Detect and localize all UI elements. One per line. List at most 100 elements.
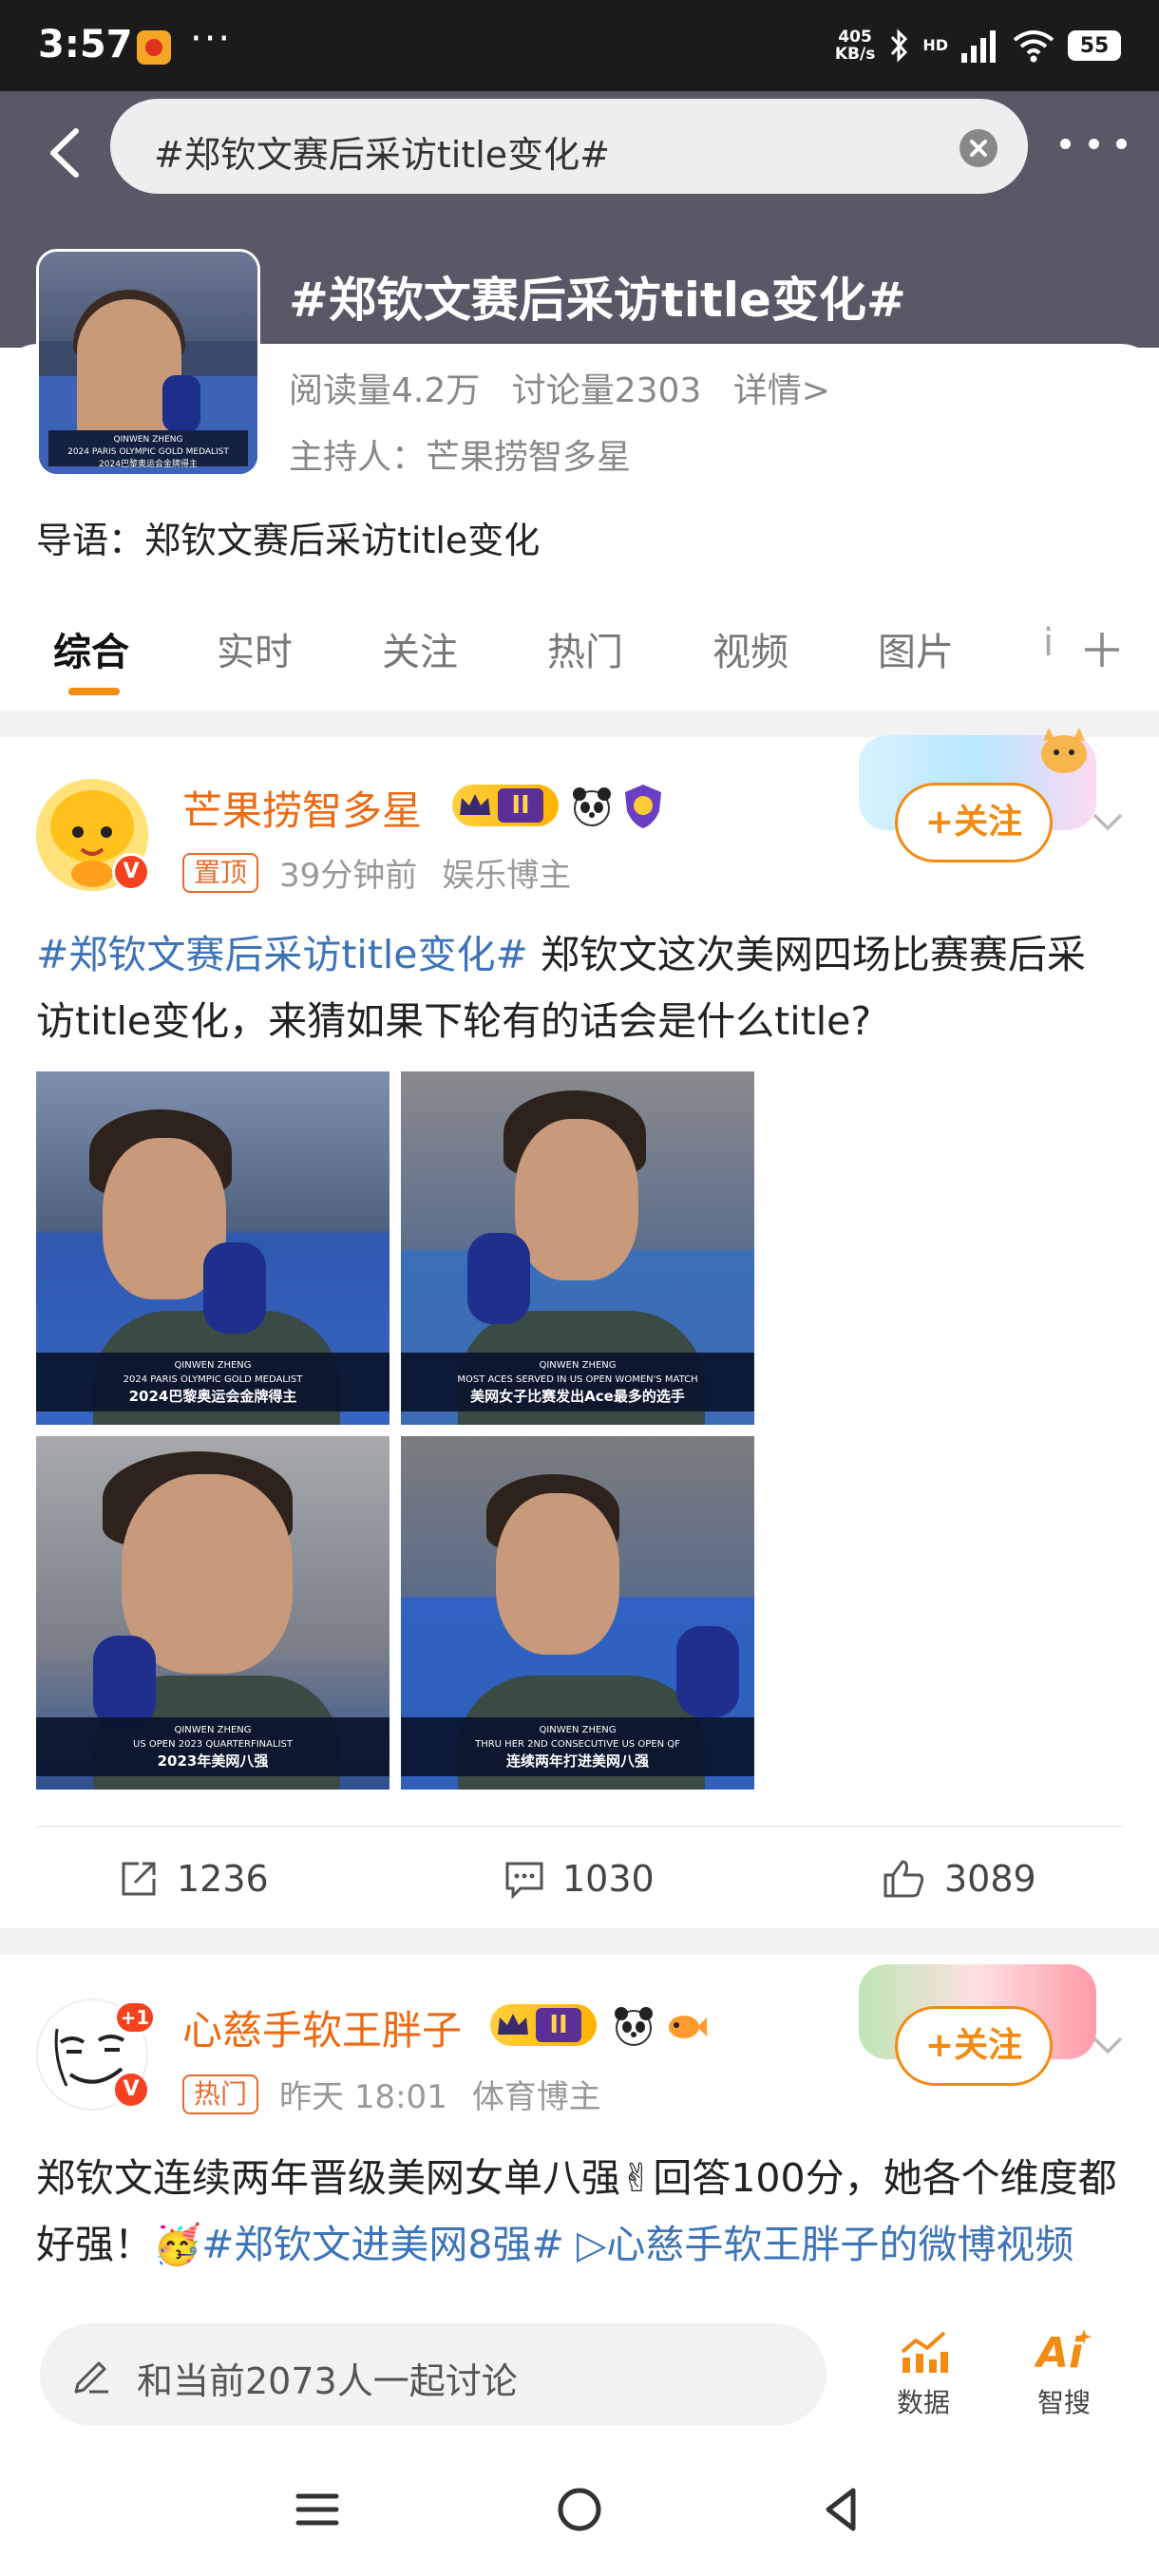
more-notifications-icon: ··· [190,17,233,61]
ai-search-button[interactable]: Ai 智搜 [1016,2325,1112,2420]
read-count: 阅读量4.2万 [289,371,481,410]
clear-search-button[interactable] [960,129,998,167]
close-icon [970,140,987,157]
post-hashtag[interactable]: #郑钦文进美网8强# [201,2222,564,2267]
post-image[interactable]: QINWEN ZHENG US OPEN 2023 QUARTERFINALIS… [36,1436,390,1790]
image-caption: QINWEN ZHENG 2024 PARIS OLYMPIC GOLD MED… [36,1353,390,1411]
section-divider [0,1928,1159,1955]
status-indicators: 405 KB/s HD 55 [835,25,1121,66]
thumbs-up-icon [884,1860,924,1898]
weibo-notification-icon [137,30,171,65]
image-caption: QINWEN ZHENG US OPEN 2023 QUARTERFINALIS… [36,1717,390,1776]
post-text: 郑钦文连续两年晋级美网女单八强✌回答100分，她各个维度都好强！🥳#郑钦文进美网… [36,2155,1117,2267]
crown-icon [498,2014,528,2035]
image-caption: QINWEN ZHENG MOST ACES SERVED IN US OPEN… [401,1353,754,1411]
tab-hot[interactable]: 热门 [547,621,623,676]
comment-count: 1030 [562,1858,655,1900]
feed-post: V 芒果捞智多星 II 置顶 39分钟前 娱乐博主 +关注 #郑钦文赛后采访ti… [0,728,1159,1930]
hd-label: HD [922,36,948,54]
wifi-icon [1013,30,1054,63]
network-speed: 405 KB/s [834,28,876,64]
menu-icon[interactable] [289,2481,346,2538]
back-arrow-icon [50,128,79,178]
section-divider [0,710,1159,737]
status-bar: 3:57 ··· 405 KB/s HD 55 [0,0,1159,91]
share-icon [122,1862,156,1896]
discuss-input[interactable]: 和当前2073人一起讨论 [40,2323,826,2426]
post-meta: 热门 昨天 18:01 体育博主 [182,2071,601,2117]
topic-stats: 阅读量4.2万 讨论量2303 详情> [289,363,851,412]
shield-medal-icon [621,783,665,828]
comment-icon [505,1862,543,1900]
status-time: 3:57 [38,23,133,66]
tab-comprehensive[interactable]: 综合 [53,621,129,676]
details-link[interactable]: 详情> [733,371,830,410]
search-input[interactable]: #郑钦文赛后采访title变化# [110,99,1028,194]
author-role: 娱乐博主 [442,857,572,895]
topic-host[interactable]: 主持人：芒果捞智多星 [289,429,631,479]
bar-chart-icon [901,2331,948,2373]
search-query-text: #郑钦文赛后采访title变化# [154,134,610,176]
tab-realtime[interactable]: 实时 [217,621,293,676]
post-image[interactable]: QINWEN ZHENG THRU HER 2ND CONSECUTIVE US… [401,1436,754,1790]
fish-icon [663,2004,707,2048]
feed-post: +1 V 心慈手软王胖子 II 热门 昨天 18:01 体育博主 +关注 郑钦文… [0,1955,1159,2306]
tab-video[interactable]: 视频 [712,621,788,676]
discuss-placeholder: 和当前2073人一起讨论 [137,2360,518,2402]
battery-indicator: 55 [1068,30,1121,61]
post-image[interactable]: QINWEN ZHENG MOST ACES SERVED IN US OPEN… [401,1071,754,1425]
vip-level-badge: II [452,785,559,826]
post-time: 昨天 18:01 [279,2078,447,2116]
share-count: 1236 [177,1858,269,1900]
post-author[interactable]: 心慈手软王胖子 [182,1998,462,2056]
active-tab-indicator [68,688,120,695]
data-button[interactable]: 数据 [876,2325,971,2420]
chevron-down-icon[interactable] [1089,2025,1127,2063]
post-meta: 置顶 39分钟前 娱乐博主 [182,849,571,896]
video-link[interactable]: ▷心慈手软王胖子的 [564,2222,919,2267]
post-author[interactable]: 芒果捞智多星 [182,779,422,837]
share-button[interactable]: 1236 [118,1858,269,1900]
back-triangle-icon[interactable] [813,2481,870,2538]
comment-button[interactable]: 1030 [504,1858,655,1900]
chevron-down-icon[interactable] [1089,802,1127,840]
svg-text:Ai: Ai [1035,2329,1084,2377]
back-button[interactable] [42,120,89,186]
verified-badge: V [112,2071,150,2109]
topic-title: #郑钦文赛后采访title变化# [289,273,906,328]
topic-intro: 导语：郑钦文赛后采访title变化 [36,520,541,561]
pinned-tag: 置顶 [182,852,259,893]
crown-icon [460,794,490,815]
bottom-action-bar: 和当前2073人一起讨论 数据 Ai 智搜 [0,2306,1159,2443]
cover-caption: QINWEN ZHENG 2024 PARIS OLYMPIC GOLD MED… [48,430,248,469]
topic-cover-image[interactable]: QINWEN ZHENG 2024 PARIS OLYMPIC GOLD MED… [36,249,260,477]
more-options-button[interactable] [1060,129,1127,158]
add-tab-icon[interactable] [1081,629,1123,671]
verified-badge: V [112,853,150,891]
pencil-icon [74,2361,108,2394]
post-hashtag[interactable]: #郑钦文赛后采访title变化# [36,932,528,977]
discussion-count: 讨论量2303 [511,371,702,410]
ai-search-label: 智搜 [1036,2387,1091,2418]
post-time: 39分钟前 [279,857,418,895]
vip-level-badge: II [490,2004,597,2046]
panda-icon [612,2004,656,2048]
like-button[interactable]: 3089 [882,1858,1036,1900]
follow-button[interactable]: +关注 [895,2006,1053,2086]
cat-sticker-icon [1041,728,1087,773]
system-navigation-bar [0,2443,1159,2576]
post-text: #郑钦文赛后采访title变化# 郑钦文这次美网四场比赛赛后采访title变化，… [36,932,1086,1044]
follow-button[interactable]: +关注 [895,783,1053,862]
image-caption: QINWEN ZHENG THRU HER 2ND CONSECUTIVE US… [401,1717,754,1776]
post-actions: 1236 1030 3089 [36,1826,1123,1930]
home-icon[interactable] [551,2481,608,2538]
post-image[interactable]: QINWEN ZHENG 2024 PARIS OLYMPIC GOLD MED… [36,1071,390,1425]
panda-icon [570,785,614,828]
avatar-plus-badge: +1 [114,2000,156,2035]
tab-images[interactable]: 图片 [878,621,954,676]
like-count: 3089 [944,1858,1036,1900]
hot-tag: 热门 [182,2074,259,2114]
bluetooth-icon [891,28,908,63]
tab-following[interactable]: 关注 [382,621,458,676]
ai-icon: Ai [1035,2329,1092,2377]
